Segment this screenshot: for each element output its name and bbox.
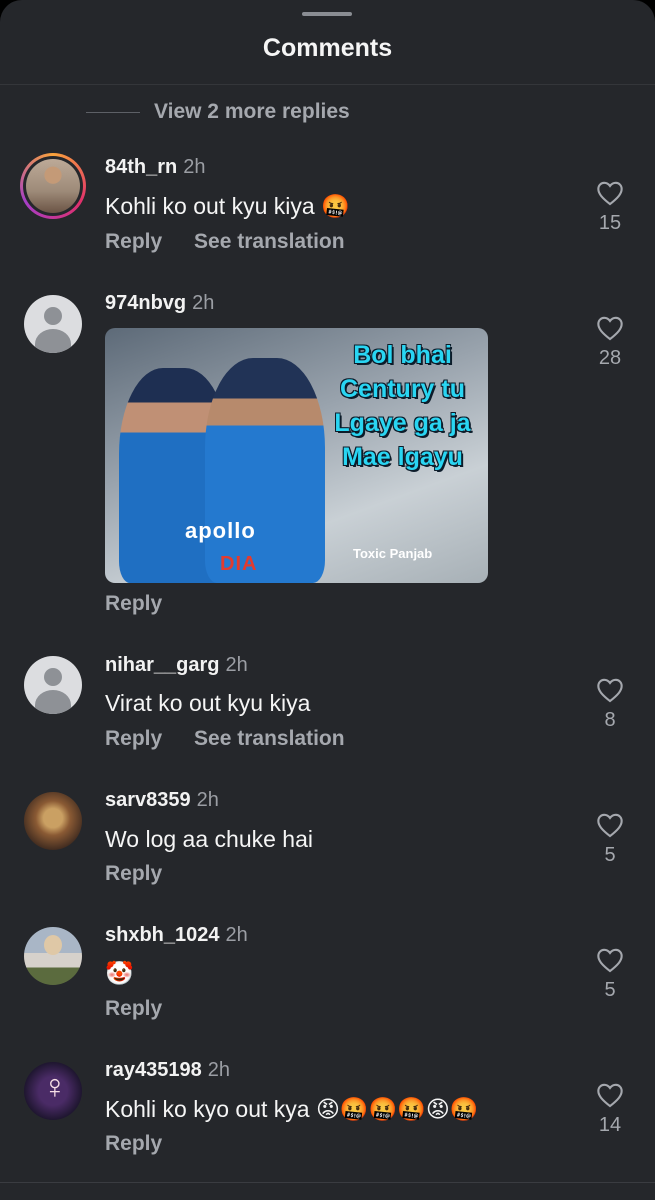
comment-text: 🤡 [105,960,134,986]
avatar[interactable] [24,1062,82,1120]
comment-image[interactable]: apollo DIA Bol bhai Century tu Lgaye ga … [105,328,488,583]
heart-icon[interactable] [596,947,624,973]
jersey-text: apollo [185,518,256,543]
like-count: 8 [604,709,616,731]
like-count: 28 [598,347,622,369]
player-figure [205,358,325,583]
comments-sheet: Comments View 2 more replies 84th_rn 2h K… [0,0,655,1200]
sheet-title: Comments [262,34,393,62]
divider [0,1182,655,1183]
reply-button[interactable]: Reply [105,862,162,885]
like-count: 15 [598,212,622,234]
heart-icon[interactable] [596,180,624,206]
drag-handle[interactable] [302,12,352,16]
reply-button[interactable]: Reply [105,1132,162,1155]
comment-time: 2h [183,156,206,178]
avatar[interactable] [24,295,82,353]
comment-username[interactable]: ray435198 2h [105,1059,230,1082]
divider [0,84,655,85]
heart-icon[interactable] [596,315,624,341]
reply-button[interactable]: Reply [105,727,162,750]
heart-icon[interactable] [596,812,624,838]
heart-icon[interactable] [596,677,624,703]
avatar[interactable] [24,927,82,985]
reply-button[interactable]: Reply [105,997,162,1020]
comment-text: Kohli ko out kyu kiya 🤬 [105,193,350,219]
comment-text: Kohli ko kyo out kya 😡🤬🤬🤬😡🤬 [105,1096,479,1122]
comment-username[interactable]: nihar__garg 2h [105,654,248,677]
comment-username[interactable]: 974nbvg 2h [105,292,214,315]
comment-username[interactable]: shxbh_1024 2h [105,924,248,947]
avatar[interactable] [24,792,82,850]
heart-icon[interactable] [596,1082,624,1108]
comment-username[interactable]: 84th_rn 2h [105,156,206,179]
comment-time: 2h [192,292,215,314]
see-translation-button[interactable]: See translation [194,230,345,253]
reply-button[interactable]: Reply [105,230,162,253]
reply-button[interactable]: Reply [105,592,162,615]
like-count: 5 [604,844,616,866]
image-watermark: Toxic Panjab [353,546,433,561]
avatar[interactable] [24,656,82,714]
comment-time: 2h [207,1059,231,1081]
like-count: 14 [598,1114,622,1136]
comment-time: 2h [225,924,248,946]
comment-text: Virat ko out kyu kiya [105,690,311,716]
reply-thread-line [86,111,140,113]
view-more-replies[interactable]: View 2 more replies [86,100,350,124]
see-translation-button[interactable]: See translation [194,727,345,750]
comment-text: Wo log aa chuke hai [105,826,313,852]
avatar[interactable] [20,153,86,219]
comment-username[interactable]: sarv8359 2h [105,789,219,812]
jersey-text: DIA [220,553,258,575]
image-caption: Bol bhai Century tu Lgaye ga ja Mae lgay… [334,341,471,471]
like-count: 5 [604,979,616,1001]
view-more-replies-label: View 2 more replies [154,100,350,123]
comment-time: 2h [225,654,248,676]
comment-time: 2h [196,789,219,811]
